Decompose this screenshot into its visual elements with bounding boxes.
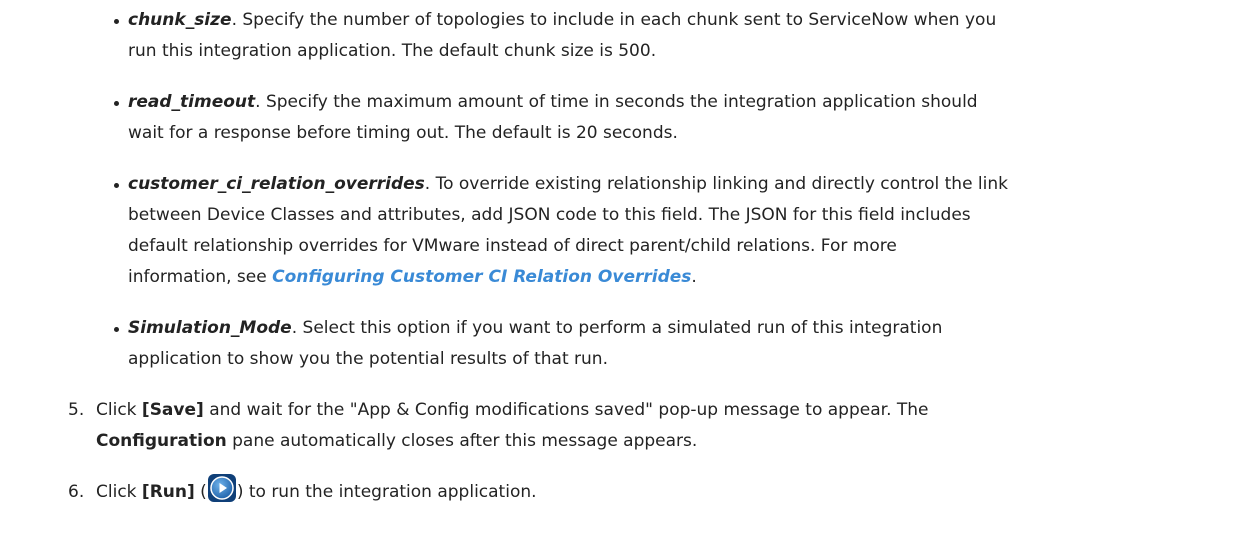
param-description: . Select this option if you want to perf… bbox=[291, 318, 943, 338]
bullet-line: between Device Classes and attributes, a… bbox=[128, 205, 971, 225]
bullet-line: application to show you the potential re… bbox=[128, 349, 608, 369]
bullet-read-timeout: read_timeout. Specify the maximum amount… bbox=[114, 87, 1218, 149]
step-number: 5. bbox=[68, 400, 85, 420]
bullet-marker bbox=[114, 183, 119, 188]
param-description: . Specify the maximum amount of time in … bbox=[255, 92, 978, 112]
param-term: read_timeout bbox=[128, 92, 256, 112]
step-line: 5. Click [Save] and wait for the "App & C… bbox=[68, 395, 1218, 426]
step-number: 6. bbox=[68, 482, 85, 502]
bullet-line: information, see Configuring Customer CI… bbox=[128, 262, 1218, 293]
bullet-simulation-mode: Simulation_Mode. Select this option if y… bbox=[114, 313, 1218, 375]
configuring-overrides-link[interactable]: Configuring Customer CI Relation Overrid… bbox=[272, 267, 691, 287]
bullet-line: Simulation_Mode. Select this option if y… bbox=[128, 313, 1218, 344]
param-term: customer_ci_relation_overrides bbox=[128, 174, 425, 194]
step-5: 5. Click [Save] and wait for the "App & C… bbox=[68, 395, 1218, 457]
run-button-ref: [Run] bbox=[141, 482, 195, 502]
bullet-line: run this integration application. The de… bbox=[128, 41, 657, 61]
text-span: information, see bbox=[128, 267, 273, 287]
text-span: Click bbox=[96, 400, 142, 420]
text-span: . bbox=[691, 267, 697, 287]
bullet-marker bbox=[114, 19, 119, 24]
bullet-line: default relationship overrides for VMwar… bbox=[128, 236, 897, 256]
step-line: Configuration pane automatically closes … bbox=[68, 426, 1218, 457]
bullet-chunk-size: chunk_size. Specify the number of topolo… bbox=[114, 5, 1218, 67]
param-term: Simulation_Mode bbox=[128, 318, 292, 338]
step-line: 6. Click [Run] ( ) to run the integration… bbox=[68, 474, 1218, 508]
text-span: pane automatically closes after this mes… bbox=[226, 431, 698, 451]
text-span: ) to run the integration application. bbox=[236, 482, 537, 502]
param-description: . To override existing relationship link… bbox=[424, 174, 1009, 194]
bullet-line: wait for a response before timing out. T… bbox=[128, 123, 678, 143]
bullet-marker bbox=[114, 101, 119, 106]
run-play-icon bbox=[207, 473, 237, 503]
step-6: 6. Click [Run] ( ) to run the integration… bbox=[68, 474, 1218, 508]
bullet-line: read_timeout. Specify the maximum amount… bbox=[128, 87, 1218, 118]
bullet-line: chunk_size. Specify the number of topolo… bbox=[128, 5, 1218, 36]
save-button-ref: [Save] bbox=[141, 400, 204, 420]
configuration-pane-ref: Configuration bbox=[96, 431, 227, 451]
bullet-customer-ci-relation-overrides: customer_ci_relation_overrides. To overr… bbox=[114, 169, 1218, 293]
text-span: and wait for the "App & Config modificat… bbox=[203, 400, 929, 420]
text-span: ( bbox=[194, 482, 207, 502]
document-page: chunk_size. Specify the number of topolo… bbox=[0, 0, 1233, 552]
bullet-line: customer_ci_relation_overrides. To overr… bbox=[128, 169, 1218, 200]
bullet-marker bbox=[114, 327, 119, 332]
param-description: . Specify the number of topologies to in… bbox=[231, 10, 997, 30]
text-span: Click bbox=[96, 482, 142, 502]
param-term: chunk_size bbox=[128, 10, 232, 30]
